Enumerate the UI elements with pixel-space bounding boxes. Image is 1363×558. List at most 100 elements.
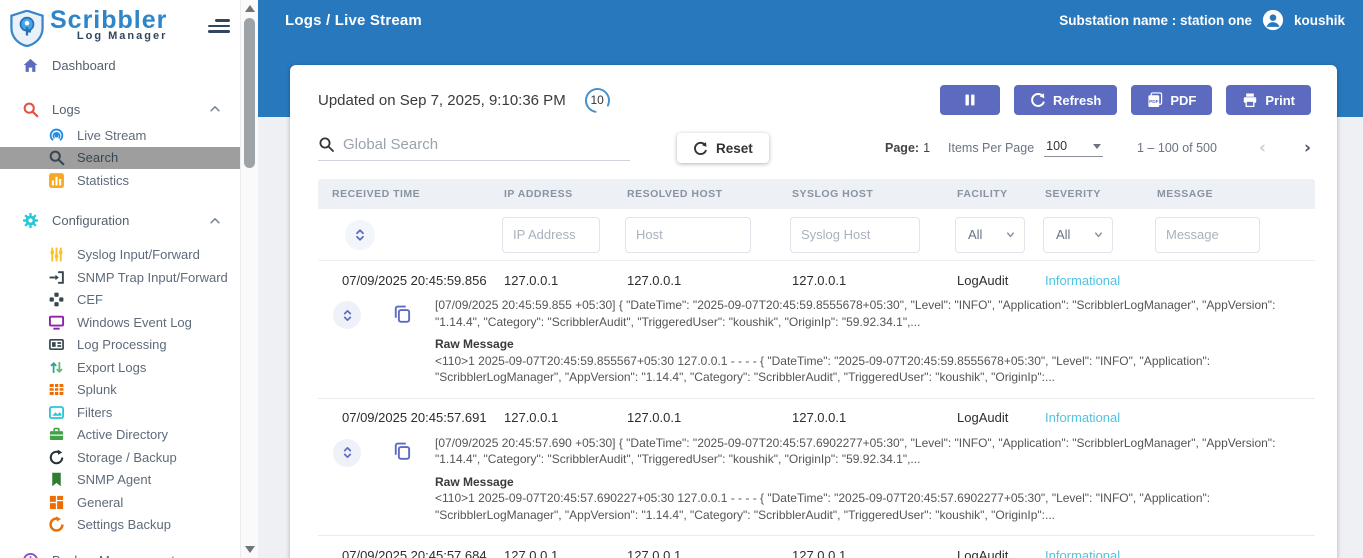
page-label: Page:: [885, 141, 920, 155]
sidebar-item-label: Windows Event Log: [77, 314, 192, 330]
sidebar-item-splunk[interactable]: Splunk: [0, 379, 240, 402]
syslog-filter-input[interactable]: [790, 216, 920, 253]
severity-select[interactable]: All: [1043, 216, 1113, 253]
expand-row-button[interactable]: [333, 301, 361, 329]
sidebar-nav: Dashboard Logs Live Stream Search Statis…: [0, 50, 240, 558]
updated-timestamp: Updated on Sep 7, 2025, 9:10:36 PM: [318, 91, 566, 109]
sidebar-item-label: Search: [77, 150, 119, 166]
sidebar-item-active-directory[interactable]: Active Directory: [0, 424, 240, 447]
sidebar-item-label: Backup Management: [52, 553, 175, 558]
sidebar-item-label: Log Processing: [77, 337, 167, 353]
syslog-host-value: 127.0.0.1: [792, 410, 847, 425]
expand-row-button[interactable]: [333, 438, 361, 467]
facility-select[interactable]: All: [955, 216, 1025, 253]
sidebar-item-statistics[interactable]: Statistics: [0, 169, 240, 192]
pdf-button[interactable]: PDF PDF: [1131, 85, 1213, 115]
global-search[interactable]: [318, 135, 630, 161]
scrollbar-down-arrow-icon[interactable]: [245, 546, 255, 553]
scrollbar-up-arrow-icon[interactable]: [245, 5, 255, 12]
range-text: 1 – 100 of 500: [1137, 141, 1217, 155]
raw-message: <110>1 2025-09-07T20:45:59.855567+05:30 …: [435, 353, 1211, 385]
reset-button[interactable]: Reset: [677, 133, 769, 163]
sidebar: Scribbler Log Manager Dashboard Logs Liv…: [0, 0, 240, 558]
substation-label: Substation name : station one: [1059, 12, 1252, 28]
refresh-button[interactable]: Refresh: [1013, 85, 1118, 115]
sidebar-item-dashboard[interactable]: Dashboard: [0, 50, 240, 80]
items-per-page-select[interactable]: 100: [1044, 139, 1104, 157]
app-window: Scribbler Log Manager Dashboard Logs Liv…: [0, 0, 1363, 558]
sidebar-item-label: Splunk: [77, 382, 117, 398]
message-filter-input[interactable]: [1155, 216, 1260, 253]
refresh-icon: [1031, 92, 1045, 107]
filter-row: All All: [318, 209, 1315, 261]
sidebar-item-syslog-input-forward[interactable]: Syslog Input/Forward: [0, 244, 240, 267]
clock-icon: [22, 552, 39, 558]
sidebar-item-label: Export Logs: [77, 359, 147, 375]
sidebar-item-backup-management[interactable]: Backup Management: [0, 546, 240, 558]
severity-badge: Informational: [1045, 547, 1121, 558]
search-row: Reset Page: 1 Items Per Page 100 1 – 100…: [318, 133, 1311, 163]
home-icon: [22, 57, 39, 74]
ip-value: 127.0.0.1: [504, 272, 559, 288]
sidebar-item-label: Logs: [52, 101, 81, 117]
global-search-input[interactable]: [343, 135, 630, 153]
col-message: Message: [1157, 188, 1214, 200]
toolbar: Updated on Sep 7, 2025, 9:10:36 PM 10 Re…: [290, 65, 1337, 115]
user-avatar-icon[interactable]: [1262, 9, 1284, 31]
caret-down-icon: [1093, 143, 1102, 149]
page-value: 1: [923, 141, 931, 155]
pdf-icon: PDF: [1148, 92, 1163, 108]
sidebar-item-cef[interactable]: CEF: [0, 289, 240, 312]
sidebar-item-general[interactable]: General: [0, 491, 240, 514]
sidebar-item-label: Dashboard: [52, 57, 116, 73]
sidebar-item-windows-event-log[interactable]: Windows Event Log: [0, 311, 240, 334]
pause-button[interactable]: [939, 85, 1000, 115]
menu-icon[interactable]: [208, 16, 230, 36]
sidebar-item-storage-backup[interactable]: Storage / Backup: [0, 446, 240, 469]
resolved-host-value: 127.0.0.1: [627, 272, 682, 288]
sidebar-item-label: Live Stream: [77, 127, 147, 143]
sidebar-item-snmp-agent[interactable]: SNMP Agent: [0, 469, 240, 492]
snmp-trap-icon: [48, 269, 65, 286]
copy-log-button[interactable]: [390, 303, 414, 327]
raw-message-label: Raw Message: [435, 474, 514, 489]
sidebar-item-configuration[interactable]: Configuration: [0, 206, 240, 236]
ip-filter-input[interactable]: [502, 216, 600, 253]
sidebar-item-label: Settings Backup: [77, 517, 171, 533]
sidebar-item-settings-backup[interactable]: Settings Backup: [0, 514, 240, 537]
col-syslog-host: Syslog Host: [792, 188, 874, 200]
sidebar-item-log-processing[interactable]: Log Processing: [0, 334, 240, 357]
sidebar-scrollbar[interactable]: [240, 0, 258, 558]
sort-time-button[interactable]: [345, 219, 375, 250]
sidebar-item-snmp-trap-input-forward[interactable]: SNMP Trap Input/Forward: [0, 266, 240, 289]
log-entry: 07/09/2025 20:45:57.691 127.0.0.1 127.0.…: [318, 405, 1315, 536]
scrollbar-thumb[interactable]: [244, 18, 255, 168]
print-button[interactable]: Print: [1226, 85, 1311, 115]
table-header: Received Time IP Address Resolved Host S…: [318, 179, 1315, 209]
sidebar-item-logs[interactable]: Logs: [0, 94, 240, 124]
host-filter-input[interactable]: [625, 216, 751, 253]
resolved-host-value: 127.0.0.1: [627, 410, 682, 425]
pause-icon: [965, 94, 975, 106]
brand: Scribbler Log Manager: [0, 0, 240, 48]
sliders-icon: [48, 246, 65, 263]
log-table: Received Time IP Address Resolved Host S…: [318, 179, 1315, 558]
snmp-agent-icon: [48, 471, 65, 488]
col-ip-address: IP Address: [504, 188, 573, 200]
next-page-button[interactable]: ›: [1304, 138, 1311, 158]
copy-log-button[interactable]: [390, 441, 414, 465]
sidebar-item-search[interactable]: Search: [0, 146, 240, 169]
raw-message: <110>1 2025-09-07T20:45:57.690227+05:30 …: [435, 491, 1211, 522]
ip-value: 127.0.0.1: [504, 547, 559, 558]
sidebar-item-filters[interactable]: Filters: [0, 401, 240, 424]
formatted-message: [07/09/2025 20:45:57.690 +05:30] { "Date…: [435, 435, 1276, 467]
username[interactable]: koushik: [1294, 13, 1345, 28]
col-facility: Facility: [957, 188, 1008, 200]
sidebar-item-live-stream[interactable]: Live Stream: [0, 124, 240, 147]
prev-page-button[interactable]: ‹: [1259, 138, 1266, 158]
search-icon: [319, 137, 334, 152]
print-icon: [1244, 93, 1257, 108]
expand-collapse-icon: [343, 309, 351, 321]
sidebar-item-export-logs[interactable]: Export Logs: [0, 356, 240, 379]
raw-message-label: Raw Message: [435, 337, 514, 351]
